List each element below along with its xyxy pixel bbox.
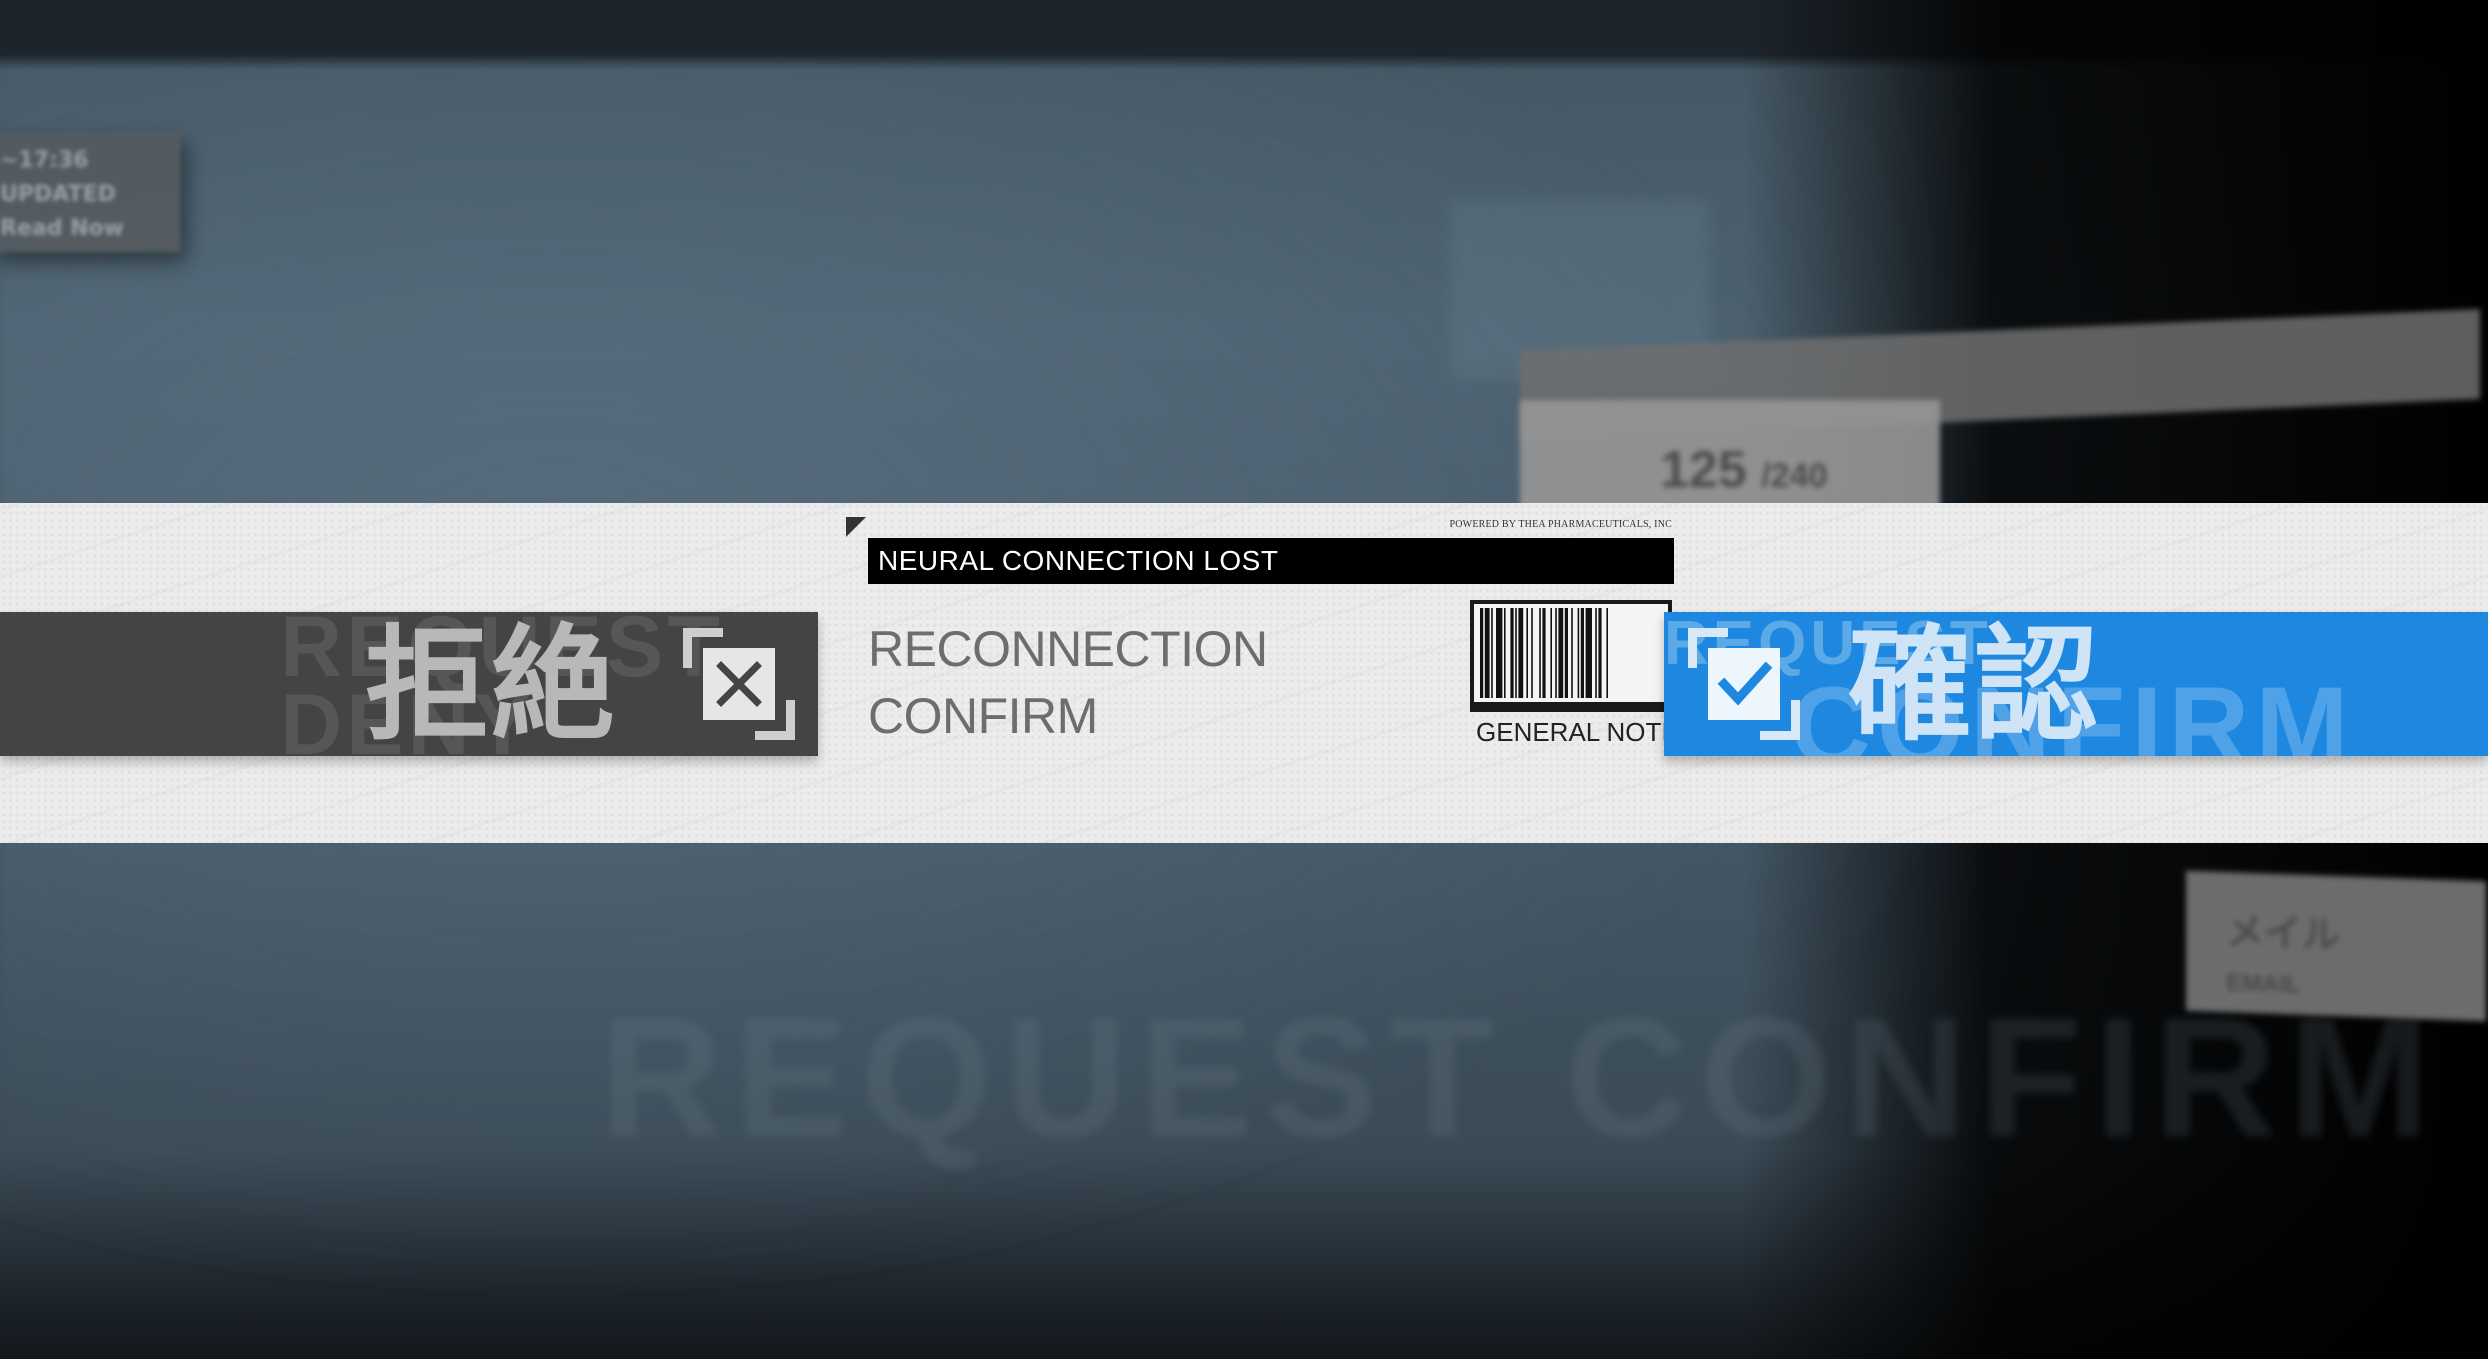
background-notice-line: Read Now — [0, 216, 124, 241]
background-mail-label-jp: メイル — [2226, 911, 2341, 958]
reject-button[interactable]: REQUEST DENY 拒絶 — [0, 612, 818, 756]
reject-label: 拒絶 — [365, 614, 618, 756]
corner-mark — [846, 517, 866, 537]
check-icon — [1688, 628, 1800, 740]
barcode-stripe — [1480, 608, 1484, 698]
barcode-stripe — [1577, 608, 1580, 698]
message-line-2: CONFIRM — [868, 688, 1098, 744]
confirm-button[interactable]: REQUEST CONFIRM 確認 — [1664, 612, 2488, 756]
barcode-stripe — [1515, 608, 1517, 698]
barcode-stripe — [1504, 608, 1506, 698]
barcode-stripe — [1580, 608, 1584, 698]
confirm-label: 確認 — [1848, 614, 2101, 756]
barcode-stripe — [1491, 608, 1493, 698]
barcode-stripe — [1564, 608, 1568, 698]
barcode-graphic — [1470, 600, 1672, 712]
barcode-stripe — [1558, 608, 1564, 698]
barcode-stripe — [1510, 608, 1514, 698]
barcode-stripe — [1531, 608, 1533, 698]
barcode-stripe — [1595, 608, 1597, 698]
barcode-stripe — [1484, 608, 1490, 698]
barcode-stripe — [1598, 608, 1602, 698]
barcode-stripe — [1571, 608, 1573, 698]
barcode-stripe — [1518, 608, 1524, 698]
background-ghost-text: REQUEST CONFIRM — [600, 983, 2443, 1173]
message-line-1: RECONNECTION — [868, 621, 1268, 677]
barcode-stripe — [1555, 608, 1557, 698]
background-stat-value: 125 — [1660, 441, 1747, 499]
barcode-stripe — [1585, 608, 1592, 698]
barcode-stripe — [1496, 608, 1503, 698]
barcode-stripe — [1539, 608, 1541, 698]
barcode-stripe — [1526, 608, 1528, 698]
background-notice-line: ~17:36 — [0, 148, 89, 173]
background-notice-line: UPDATED — [0, 182, 116, 207]
barcode-caption: GENERAL NOTICE — [1476, 717, 1664, 747]
close-icon — [683, 628, 795, 740]
alert-title: NEURAL CONNECTION LOST — [868, 538, 1674, 584]
barcode-stripe — [1550, 608, 1552, 698]
background-stat-total: /240 — [1761, 457, 1828, 495]
reconnect-dialog: REQUEST DENY 拒絶 POWERED BY THEA PHARMACE… — [0, 503, 2488, 843]
barcode-stripe — [1606, 608, 1608, 698]
background-notice-card: ~17:36 UPDATED Read Now — [0, 132, 180, 252]
barcode-stripe — [1542, 608, 1546, 698]
powered-by-text: POWERED BY THEA PHARMACEUTICALS, INC — [1449, 519, 1672, 530]
background-stat-card: 125 /240 — [1520, 400, 1940, 510]
